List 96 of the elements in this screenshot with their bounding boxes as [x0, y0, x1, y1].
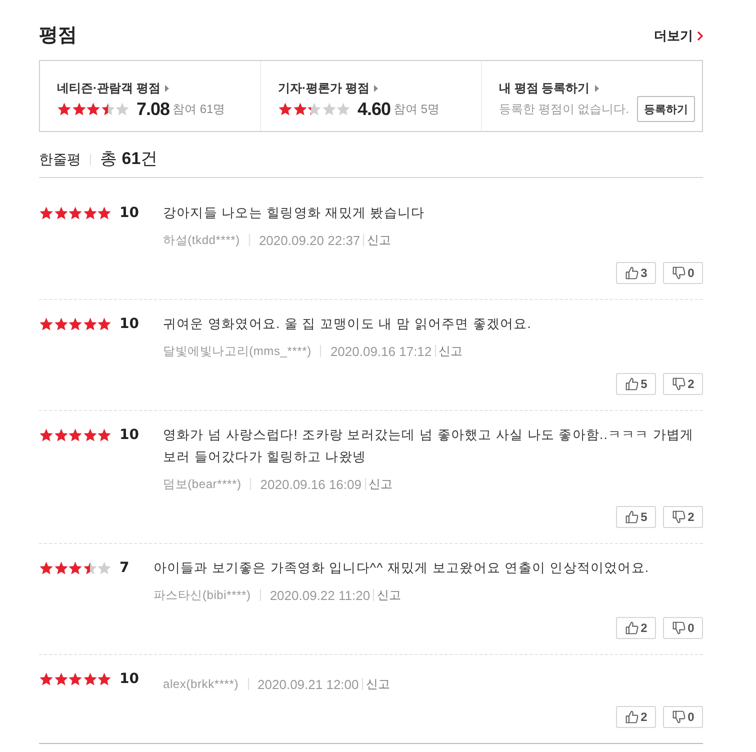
review-date: 2020.09.16 17:12: [330, 344, 432, 358]
star-icon: [54, 672, 68, 686]
dislike-button[interactable]: 2: [663, 506, 703, 528]
like-button[interactable]: 2: [616, 617, 656, 639]
like-button[interactable]: 2: [616, 706, 656, 728]
star-icon: [115, 102, 130, 116]
caret-icon: [165, 84, 170, 92]
review-score: 10: [120, 205, 139, 221]
thumbs-down-icon: [672, 621, 686, 635]
star-icon: [97, 672, 112, 686]
dislike-button[interactable]: 0: [663, 706, 703, 728]
star-icon: [82, 316, 97, 332]
thumbs-down-icon: [672, 710, 686, 724]
thumbs-up-icon: [624, 510, 639, 524]
star-icon: [322, 102, 336, 116]
more-link[interactable]: 더보기: [654, 27, 703, 45]
reviewer-name: 하설(tkdd****): [162, 232, 240, 248]
average-score: 7.08: [136, 98, 170, 120]
review-date: 2020.09.22 11:20: [270, 588, 370, 602]
star-icon: [82, 560, 97, 576]
average-score: 4.60: [358, 98, 391, 120]
star-icon: [57, 102, 72, 116]
rating-category-link[interactable]: 네티즌·관람객 평점: [57, 79, 170, 97]
like-button[interactable]: 5: [616, 373, 656, 395]
dislike-button[interactable]: 0: [663, 262, 703, 284]
review-score: 10: [120, 671, 139, 687]
dislike-button[interactable]: 2: [663, 373, 703, 395]
star-icon: [39, 316, 54, 332]
thumbs-up-icon: [624, 377, 639, 391]
review-total: 총 61건: [100, 148, 158, 170]
chevron-icon: [697, 31, 703, 41]
rating-category-link[interactable]: 기자·평론가 평점: [278, 79, 378, 97]
star-icon: [39, 206, 54, 220]
like-button[interactable]: 5: [616, 506, 656, 528]
review-score: 7: [120, 560, 130, 576]
star-icon: [68, 560, 82, 576]
star-icon: [68, 672, 82, 686]
star-icon: [97, 428, 112, 442]
reviewer-name: 덤보(bear****): [162, 476, 242, 492]
star-icon: [97, 206, 112, 220]
star-icon: [82, 672, 97, 686]
star-icon: [72, 102, 86, 116]
reviewer-name: alex(brkk****): [162, 677, 239, 691]
review-date: 2020.09.20 22:37: [258, 232, 360, 248]
review-score: 10: [120, 316, 139, 332]
review-date: 2020.09.21 12:00: [258, 676, 359, 692]
thumbs-down-icon: [672, 510, 686, 524]
review-text: 귀여운 영화였어요. 울 집 꼬맹이도 내 맘 읽어주면 좋겠어요.: [162, 315, 533, 333]
star-icon: [68, 428, 82, 442]
thumbs-up-icon: [624, 621, 639, 635]
reviewer-name: 달빛에빛나고리(mms_****): [162, 342, 312, 360]
star-icon: [54, 316, 68, 332]
participant-count: 참여 5명: [394, 100, 440, 118]
star-icon: [54, 206, 68, 220]
star-icon: [68, 206, 82, 220]
reviews-title: 한줄평: [39, 150, 81, 169]
report-link[interactable]: 신고: [377, 586, 402, 604]
star-icon: [97, 560, 112, 576]
thumbs-down-icon: [672, 377, 686, 391]
report-link[interactable]: 신고: [368, 476, 392, 492]
review-date: 2020.09.16 16:09: [260, 476, 362, 492]
like-button[interactable]: 3: [616, 262, 656, 284]
star-icon: [39, 428, 54, 442]
thumbs-up-icon: [624, 710, 639, 724]
star-icon: [54, 560, 68, 576]
star-icon: [97, 316, 112, 332]
star-icon: [68, 316, 82, 332]
star-icon: [39, 672, 54, 686]
thumbs-up-icon: [624, 266, 639, 280]
section-title: 평점: [39, 24, 77, 48]
participant-count: 참여 61명: [172, 100, 226, 118]
dislike-button[interactable]: 0: [663, 617, 703, 639]
empty-rating-message: 등록한 평점이 없습니다.: [499, 100, 630, 118]
report-link[interactable]: 신고: [438, 342, 463, 360]
register-rating-link[interactable]: 내 평점 등록하기: [499, 79, 599, 97]
star-icon: [82, 428, 97, 442]
review-text: 강아지들 나오는 힐링영화 재밌게 봤습니다: [162, 204, 426, 222]
star-icon: [100, 102, 115, 116]
thumbs-down-icon: [672, 266, 686, 280]
star-icon: [82, 206, 97, 220]
star-icon: [54, 428, 68, 442]
report-link[interactable]: 신고: [366, 676, 390, 692]
star-icon: [336, 102, 350, 116]
reviewer-name: 파스타신(bibi****): [153, 586, 251, 604]
review-text: 영화가 넘 사랑스럽다! 조카랑 보러갔는데 넘 좋아했고 사실 나도 좋아함..ㅋㅋㅋ 가볍게 보러 들어갔다가 힐링하고 나왔넹: [162, 426, 695, 466]
star-icon: [39, 560, 54, 576]
register-button[interactable]: 등록하기: [637, 96, 696, 122]
caret-icon: [374, 84, 378, 92]
star-icon: [292, 102, 307, 116]
review-score: 10: [120, 427, 139, 443]
star-icon: [307, 102, 322, 116]
caret-icon: [594, 84, 599, 92]
review-text: 아이들과 보기좋은 가족영화 입니다^^ 재밌게 보고왔어요 연출이 인상적이었어요.: [153, 559, 650, 577]
star-icon: [278, 102, 292, 116]
report-link[interactable]: 신고: [367, 232, 392, 248]
star-icon: [86, 102, 100, 116]
